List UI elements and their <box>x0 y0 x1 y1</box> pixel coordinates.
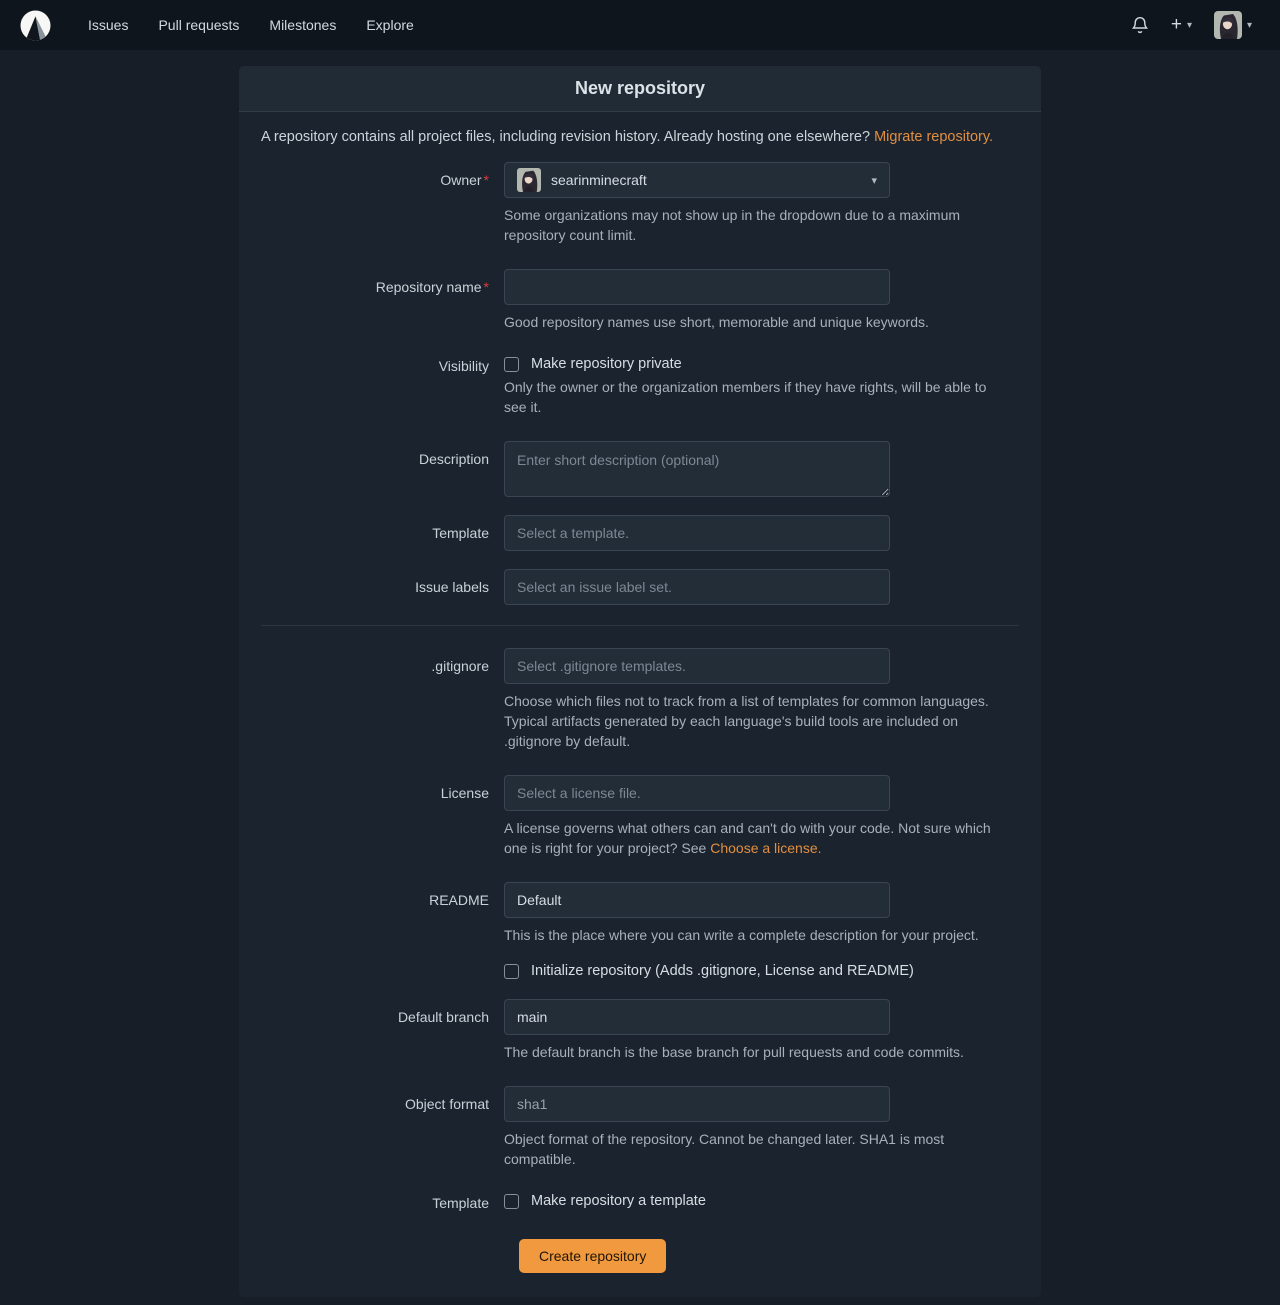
make-template-checkbox-row[interactable]: Make repository a template <box>504 1193 1019 1209</box>
default-branch-input[interactable] <box>504 999 890 1035</box>
avatar-image <box>1214 11 1242 39</box>
intro-paragraph: A repository contains all project files,… <box>261 129 1019 145</box>
initialize-repository-checkbox[interactable] <box>504 964 519 979</box>
template-label: Template <box>261 515 504 551</box>
user-avatar <box>1214 11 1242 39</box>
plus-icon: + <box>1171 17 1182 33</box>
empty-label-spacer <box>261 963 504 979</box>
new-repository-panel: New repository A repository contains all… <box>239 66 1041 1297</box>
make-private-checkbox[interactable] <box>504 357 519 372</box>
required-asterisk: * <box>484 279 489 295</box>
readme-selected-value: Default <box>517 892 561 908</box>
create-repository-button[interactable]: Create repository <box>519 1239 666 1273</box>
repository-name-input[interactable] <box>504 269 890 305</box>
top-navbar: Issues Pull requests Milestones Explore … <box>0 0 1280 50</box>
make-template-checkbox[interactable] <box>504 1194 519 1209</box>
create-new-button[interactable]: + ▾ <box>1163 11 1200 39</box>
repository-name-help-text: Good repository names use short, memorab… <box>504 312 1006 332</box>
description-label: Description <box>261 441 504 497</box>
bell-icon <box>1131 16 1149 34</box>
readme-label: README <box>261 882 504 945</box>
template-placeholder: Select a template. <box>517 525 629 541</box>
template-flag-label: Template <box>261 1193 504 1211</box>
nav-item-milestones[interactable]: Milestones <box>258 8 347 42</box>
chevron-down-icon: ▾ <box>1187 20 1192 31</box>
object-format-label: Object format <box>261 1086 504 1169</box>
visibility-help-text: Only the owner or the organization membe… <box>504 377 1006 417</box>
license-label: License <box>261 775 504 858</box>
page-title: New repository <box>575 78 705 99</box>
gitignore-select[interactable]: Select .gitignore templates. <box>504 648 890 684</box>
object-format-selected-value: sha1 <box>517 1096 547 1112</box>
notifications-button[interactable] <box>1123 10 1157 40</box>
site-logo[interactable] <box>20 10 51 41</box>
section-divider <box>261 625 1019 626</box>
license-help-text: A license governs what others can and ca… <box>504 818 1006 858</box>
avatar-image <box>517 168 541 192</box>
nav-item-issues[interactable]: Issues <box>77 8 139 42</box>
gitignore-label: .gitignore <box>261 648 504 751</box>
owner-help-text: Some organizations may not show up in th… <box>504 205 1006 245</box>
visibility-label: Visibility <box>261 356 504 417</box>
template-select[interactable]: Select a template. <box>504 515 890 551</box>
owner-select[interactable]: searinminecraft ▾ <box>504 162 890 198</box>
issue-labels-placeholder: Select an issue label set. <box>517 579 672 595</box>
default-branch-label: Default branch <box>261 999 504 1062</box>
repository-name-label: Repository name* <box>261 269 504 332</box>
nav-item-pull-requests[interactable]: Pull requests <box>147 8 250 42</box>
chevron-down-icon: ▾ <box>871 174 877 187</box>
readme-select[interactable]: Default <box>504 882 890 918</box>
gitignore-placeholder: Select .gitignore templates. <box>517 658 686 674</box>
required-asterisk: * <box>484 172 489 188</box>
issue-labels-select[interactable]: Select an issue label set. <box>504 569 890 605</box>
owner-avatar <box>517 168 541 192</box>
owner-selected-value: searinminecraft <box>551 172 647 188</box>
choose-a-license-link[interactable]: Choose a license. <box>710 840 821 856</box>
readme-help-text: This is the place where you can write a … <box>504 925 1006 945</box>
migrate-repository-link[interactable]: Migrate repository. <box>874 129 993 145</box>
license-select[interactable]: Select a license file. <box>504 775 890 811</box>
default-branch-help-text: The default branch is the base branch fo… <box>504 1042 1006 1062</box>
make-private-checkbox-row[interactable]: Make repository private <box>504 356 1019 372</box>
issue-labels-label: Issue labels <box>261 569 504 605</box>
nav-item-explore[interactable]: Explore <box>355 8 424 42</box>
make-private-label: Make repository private <box>531 356 682 372</box>
chevron-down-icon: ▾ <box>1247 20 1252 31</box>
panel-header: New repository <box>239 66 1041 112</box>
initialize-repository-checkbox-row[interactable]: Initialize repository (Adds .gitignore, … <box>504 963 1019 979</box>
user-menu-button[interactable]: ▾ <box>1206 5 1260 45</box>
intro-text: A repository contains all project files,… <box>261 129 870 145</box>
description-input[interactable] <box>504 441 890 497</box>
owner-label: Owner* <box>261 162 504 245</box>
gitignore-help-text: Choose which files not to track from a l… <box>504 691 1006 751</box>
object-format-select[interactable]: sha1 <box>504 1086 890 1122</box>
mountain-logo-icon <box>20 10 51 41</box>
object-format-help-text: Object format of the repository. Cannot … <box>504 1129 1006 1169</box>
license-placeholder: Select a license file. <box>517 785 641 801</box>
initialize-repository-label: Initialize repository (Adds .gitignore, … <box>531 963 914 979</box>
make-template-label: Make repository a template <box>531 1193 706 1209</box>
